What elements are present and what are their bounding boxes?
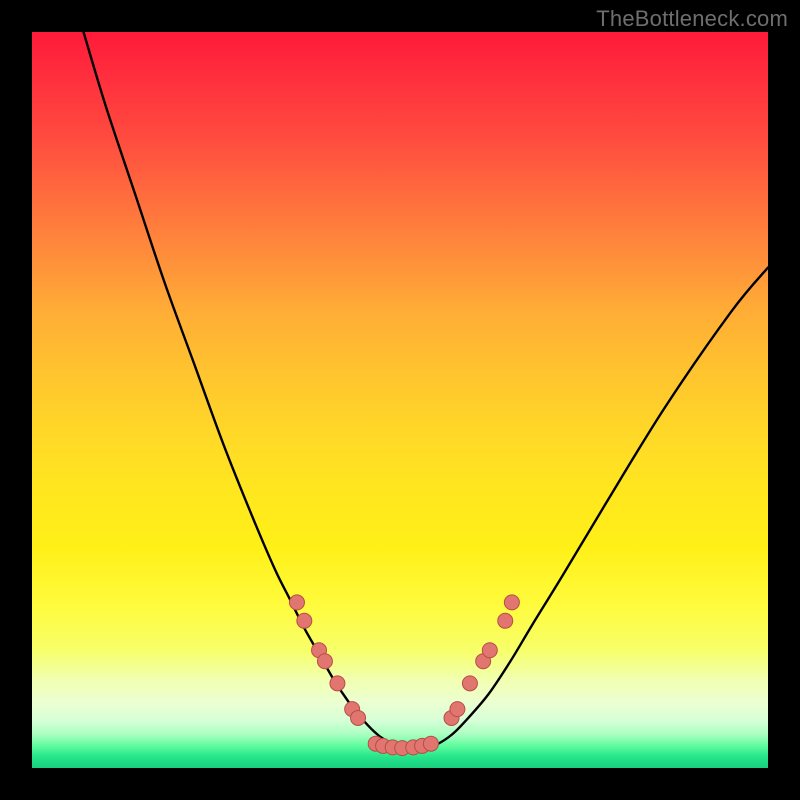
chart-frame: TheBottleneck.com	[0, 0, 800, 800]
curve-layer	[32, 32, 768, 768]
curve-marker	[504, 595, 519, 610]
curve-marker	[351, 710, 366, 725]
watermark-text: TheBottleneck.com	[596, 6, 788, 32]
curve-marker	[482, 643, 497, 658]
curve-marker	[498, 613, 513, 628]
plot-area	[32, 32, 768, 768]
curve-marker	[423, 736, 438, 751]
curve-marker	[462, 676, 477, 691]
curve-marker	[450, 702, 465, 717]
curve-marker	[289, 595, 304, 610]
curve-marker	[330, 676, 345, 691]
curve-marker	[317, 654, 332, 669]
curve-markers	[289, 595, 519, 756]
bottleneck-curve	[84, 32, 768, 750]
curve-marker	[297, 613, 312, 628]
